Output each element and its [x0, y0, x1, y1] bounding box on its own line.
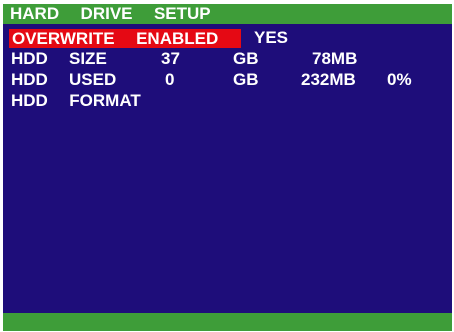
- hdd-size-gb-value: 37: [161, 49, 180, 68]
- title-bar: HARD DRIVE SETUP: [3, 4, 452, 24]
- hdd-size-mb-value: 78MB: [312, 49, 358, 68]
- hdd-used-gb-unit: GB: [233, 70, 259, 89]
- overwrite-label: OVERWRITE ENABLED: [12, 29, 219, 48]
- overwrite-value[interactable]: YES: [254, 28, 288, 48]
- hdd-used-label-used: USED: [69, 70, 117, 89]
- hdd-used-percent: 0%: [387, 70, 412, 89]
- menu-item-hdd-format[interactable]: HDD FORMAT: [3, 91, 452, 111]
- hdd-used-label-hdd: HDD: [11, 70, 48, 89]
- hdd-used-mb-value: 232MB: [301, 70, 356, 89]
- selection-highlight: OVERWRITE ENABLED: [9, 29, 241, 48]
- menu-item-overwrite[interactable]: OVERWRITE ENABLED YES: [3, 28, 452, 48]
- osd-screen: HARD DRIVE SETUP OVERWRITE ENABLED YES H…: [3, 4, 452, 331]
- hdd-size-gb-unit: GB: [233, 49, 259, 68]
- hdd-used-gb-value: 0: [165, 70, 175, 89]
- page-title: HARD DRIVE SETUP: [10, 4, 211, 23]
- hdd-format-label[interactable]: HDD FORMAT: [11, 91, 141, 111]
- hdd-size-label-size: SIZE: [69, 49, 107, 68]
- menu-item-hdd-size: HDD SIZE 37 GB 78MB: [3, 49, 452, 69]
- bottom-status-bar: [3, 313, 452, 331]
- menu-item-hdd-used: HDD USED 0 GB 232MB 0%: [3, 70, 452, 90]
- hdd-size-label-hdd: HDD: [11, 49, 48, 68]
